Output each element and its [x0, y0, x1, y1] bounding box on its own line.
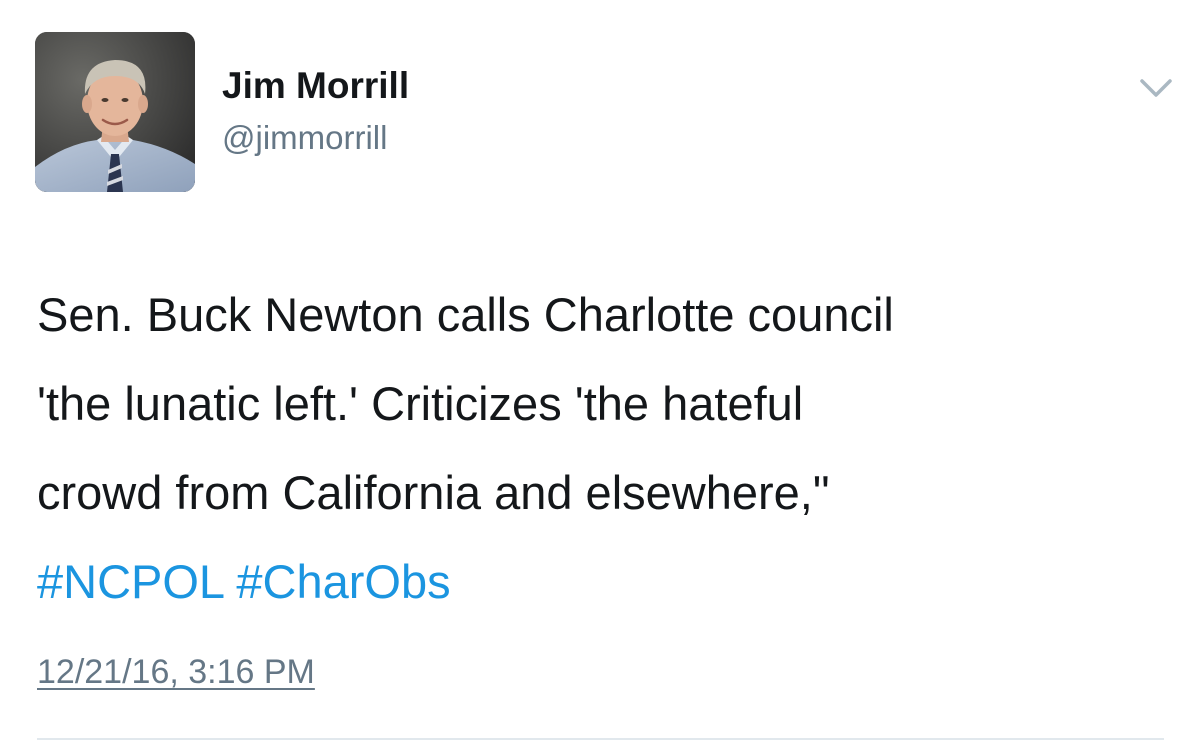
tweet-text-line: 'the lunatic left.' Criticizes 'the hate…	[37, 377, 804, 430]
hashtag-row: #NCPOL #CharObs	[37, 537, 1187, 626]
divider	[37, 738, 1164, 740]
tweet-card: Jim Morrill @jimmorrill Sen. Buck Newton…	[0, 0, 1200, 748]
display-name[interactable]: Jim Morrill	[222, 62, 409, 110]
user-handle[interactable]: @jimmorrill	[222, 116, 387, 160]
user-avatar[interactable]	[35, 32, 195, 192]
chevron-down-icon[interactable]	[1138, 76, 1174, 100]
tweet-text-line: crowd from California and elsewhere,"	[37, 466, 830, 519]
tweet-timestamp[interactable]: 12/21/16, 3:16 PM	[37, 650, 315, 694]
tweet-text-line: Sen. Buck Newton calls Charlotte council	[37, 288, 894, 341]
hashtag-charobs-link[interactable]: #CharObs	[236, 555, 450, 608]
profile-photo-icon	[35, 32, 195, 192]
tweet-text: Sen. Buck Newton calls Charlotte council…	[37, 270, 1187, 626]
hashtag-ncpol-link[interactable]: #NCPOL	[37, 555, 223, 608]
